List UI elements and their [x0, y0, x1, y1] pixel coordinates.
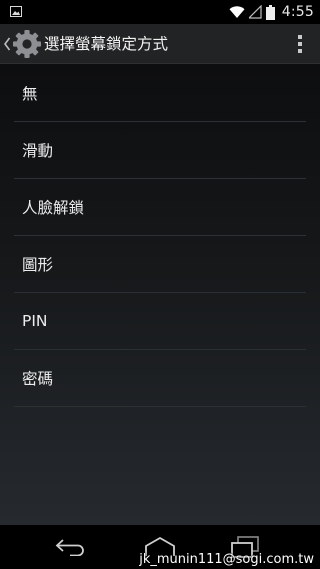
overflow-dot [298, 49, 302, 53]
back-icon[interactable] [54, 538, 88, 556]
status-icons: 4:55 [229, 0, 314, 24]
watermark-text: jk_munin111@sogi.com.tw [139, 552, 314, 567]
option-password[interactable]: 密碼 [14, 350, 306, 407]
overflow-menu-icon[interactable] [290, 32, 310, 56]
navigation-bar: jk_munin111@sogi.com.tw [0, 525, 320, 569]
options-list: 無 滑動 人臉解鎖 圖形 PIN 密碼 [0, 64, 320, 407]
option-label: 密碼 [22, 370, 54, 388]
cell-signal-icon [248, 5, 262, 19]
option-label: 無 [22, 84, 38, 103]
option-label: 圖形 [22, 256, 54, 274]
overflow-dot [298, 35, 302, 39]
option-label: PIN [22, 312, 48, 330]
action-bar: 選擇螢幕鎖定方式 [0, 24, 320, 64]
page-title: 選擇螢幕鎖定方式 [44, 35, 169, 53]
option-label: 滑動 [22, 142, 54, 160]
overflow-dot [298, 42, 302, 46]
lock-method-list: 無 滑動 人臉解鎖 圖形 PIN 密碼 [0, 64, 320, 525]
option-pattern[interactable]: 圖形 [14, 236, 306, 293]
option-label: 人臉解鎖 [22, 199, 85, 217]
gear-icon[interactable] [12, 29, 42, 59]
clock: 4:55 [281, 4, 314, 20]
option-face-unlock[interactable]: 人臉解鎖 [14, 179, 306, 236]
battery-icon [265, 4, 275, 20]
option-none[interactable]: 無 [14, 64, 306, 122]
wifi-icon [229, 6, 245, 18]
option-pin[interactable]: PIN [14, 293, 306, 350]
image-icon [10, 6, 22, 17]
chevron-left-icon[interactable] [3, 36, 11, 52]
status-bar: 4:55 [0, 0, 320, 24]
option-slide[interactable]: 滑動 [14, 122, 306, 179]
